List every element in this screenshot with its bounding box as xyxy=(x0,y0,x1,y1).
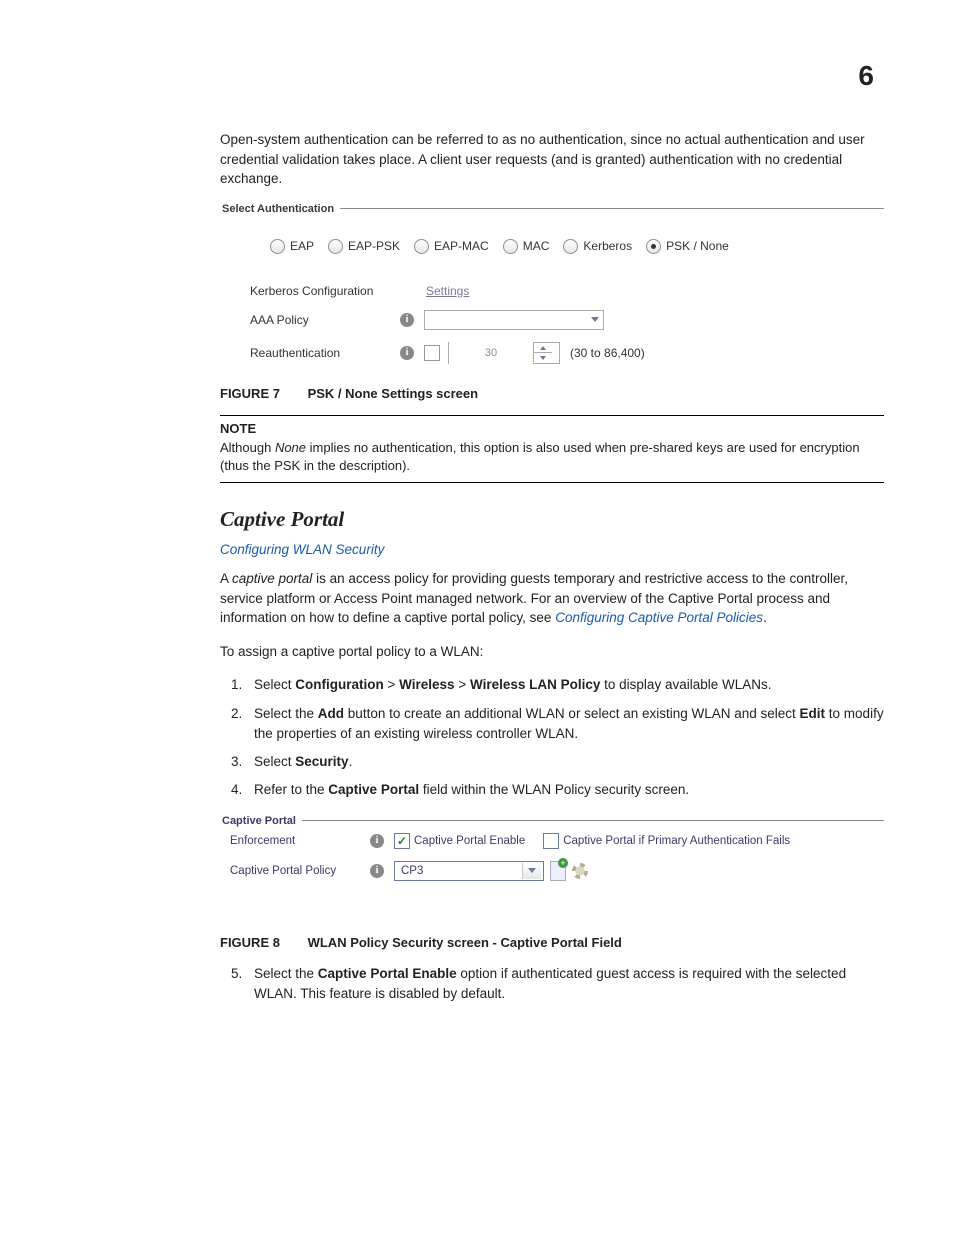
aaa-policy-label: AAA Policy xyxy=(250,313,400,327)
info-icon[interactable]: i xyxy=(400,346,414,360)
radio-eap-mac[interactable]: EAP-MAC xyxy=(414,239,489,254)
figure7-title: PSK / None Settings screen xyxy=(308,386,479,401)
reauth-label: Reauthentication xyxy=(250,346,400,360)
gear-icon[interactable] xyxy=(572,863,588,879)
note-heading: NOTE xyxy=(220,420,884,439)
radio-eap-label: EAP xyxy=(290,239,314,253)
note-block: NOTE Although None implies no authentica… xyxy=(220,415,884,484)
captive-portal-intro: A captive portal is an access policy for… xyxy=(220,569,884,628)
kerberos-settings-link[interactable]: Settings xyxy=(426,284,469,298)
captive-portal-policy-label: Captive Portal Policy xyxy=(230,865,370,877)
page-number: 6 xyxy=(858,60,874,92)
captive-portal-policy-value: CP3 xyxy=(401,865,423,877)
captive-portal-fail-label: Captive Portal if Primary Authentication… xyxy=(563,835,790,847)
captive-portal-policy-combo[interactable]: CP3 xyxy=(394,861,544,881)
chevron-down-icon xyxy=(522,863,541,879)
enforcement-label: Enforcement xyxy=(230,835,370,847)
radio-kerberos[interactable]: Kerberos xyxy=(563,239,632,254)
figure8-label: FIGURE 8 xyxy=(220,935,280,950)
radio-kerberos-label: Kerberos xyxy=(583,239,632,253)
reauth-range-hint: (30 to 86,400) xyxy=(570,346,645,360)
select-auth-legend: Select Authentication xyxy=(220,203,340,215)
reauth-enable-checkbox[interactable] xyxy=(424,345,440,361)
section-heading-captive-portal: Captive Portal xyxy=(220,507,884,532)
info-icon[interactable]: i xyxy=(370,864,384,878)
captive-portal-fail-checkbox[interactable] xyxy=(543,833,559,849)
configuring-captive-portal-policies-link[interactable]: Configuring Captive Portal Policies xyxy=(555,610,763,625)
info-icon[interactable]: i xyxy=(400,313,414,327)
spinner-up-icon[interactable] xyxy=(534,343,552,353)
radio-eap-psk-label: EAP-PSK xyxy=(348,239,400,253)
steps-list: Select Configuration > Wireless > Wirele… xyxy=(220,675,884,800)
reauth-spinner[interactable] xyxy=(448,342,560,364)
step-2: Select the Add button to create an addit… xyxy=(246,704,884,745)
radio-mac[interactable]: MAC xyxy=(503,239,550,254)
figure7-caption: FIGURE 7 PSK / None Settings screen xyxy=(220,386,884,401)
radio-psk-none-label: PSK / None xyxy=(666,239,729,253)
assign-intro: To assign a captive portal policy to a W… xyxy=(220,642,884,662)
radio-mac-label: MAC xyxy=(523,239,550,253)
step-5: Select the Captive Portal Enable option … xyxy=(246,964,884,1005)
reauth-value-input[interactable] xyxy=(449,342,533,364)
figure7-label: FIGURE 7 xyxy=(220,386,280,401)
step-3: Select Security. xyxy=(246,752,884,772)
kerberos-config-label: Kerberos Configuration xyxy=(250,284,400,298)
step-1: Select Configuration > Wireless > Wirele… xyxy=(246,675,884,695)
steps-list-cont: Select the Captive Portal Enable option … xyxy=(220,964,884,1005)
radio-eap-mac-label: EAP-MAC xyxy=(434,239,489,253)
radio-eap[interactable]: EAP xyxy=(270,239,314,254)
captive-portal-enable-label: Captive Portal Enable xyxy=(414,835,525,847)
add-policy-icon[interactable] xyxy=(550,863,566,879)
figure8-ui: Captive Portal Enforcement i Captive Por… xyxy=(220,815,884,887)
configuring-wlan-security-link[interactable]: Configuring WLAN Security xyxy=(220,542,884,557)
info-icon[interactable]: i xyxy=(370,834,384,848)
auth-radio-group: EAP EAP-PSK EAP-MAC MAC Kerberos PSK / N… xyxy=(220,215,884,278)
aaa-policy-combo[interactable] xyxy=(424,310,604,330)
captive-portal-legend: Captive Portal xyxy=(220,815,302,827)
captive-portal-enable-checkbox[interactable] xyxy=(394,833,410,849)
radio-eap-psk[interactable]: EAP-PSK xyxy=(328,239,400,254)
note-body: Although None implies no authentication,… xyxy=(220,439,884,477)
spinner-down-icon[interactable] xyxy=(534,353,552,362)
figure8-title: WLAN Policy Security screen - Captive Po… xyxy=(308,935,622,950)
figure7-ui: Select Authentication EAP EAP-PSK EAP-MA… xyxy=(220,203,884,370)
radio-psk-none[interactable]: PSK / None xyxy=(646,239,729,254)
chevron-down-icon xyxy=(591,317,599,322)
intro-paragraph: Open-system authentication can be referr… xyxy=(220,130,884,189)
step-4: Refer to the Captive Portal field within… xyxy=(246,780,884,800)
figure8-caption: FIGURE 8 WLAN Policy Security screen - C… xyxy=(220,935,884,950)
